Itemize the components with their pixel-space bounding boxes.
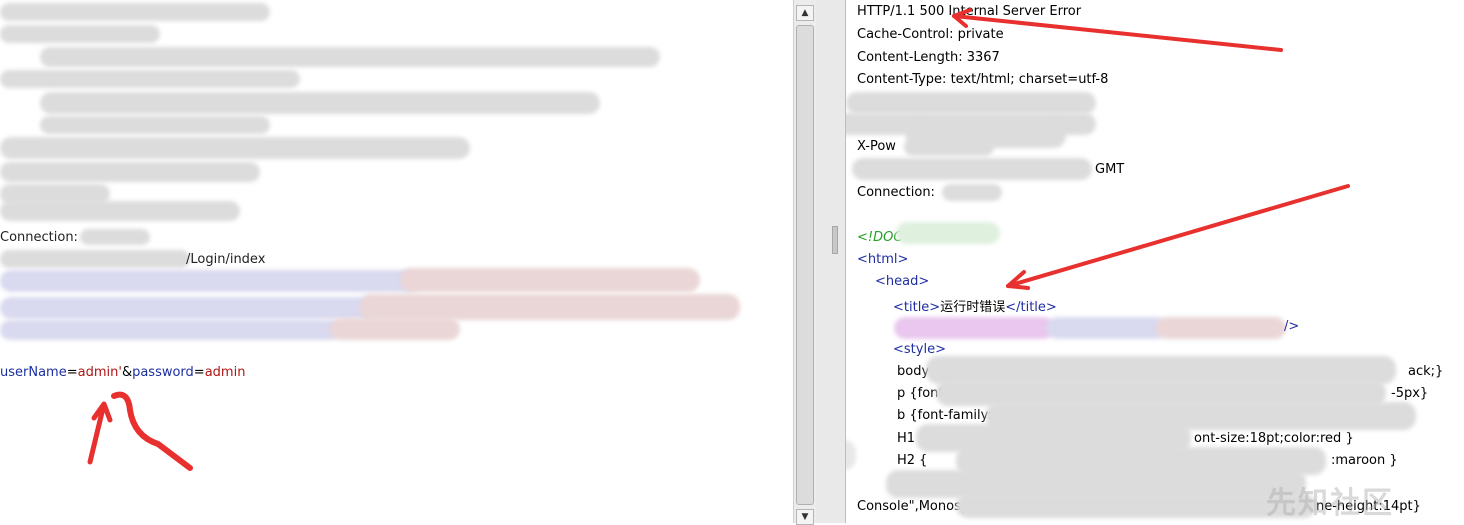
- redacted-referer-prefix: [0, 250, 190, 268]
- redacted-date-header: [852, 158, 1092, 180]
- header-content-type: Content-Type: text/html; charset=utf-8: [857, 72, 1109, 87]
- meta-close: />: [1284, 319, 1300, 334]
- redacted-meta-value: [1156, 317, 1286, 339]
- redacted-css-7: [956, 494, 1316, 518]
- css-h2-tail: :maroon }: [1331, 453, 1398, 468]
- param-equals: =: [66, 365, 78, 380]
- watermark-text: 先知社区: [1266, 486, 1394, 521]
- post-body[interactable]: userName=admin'&password=admin: [0, 365, 245, 380]
- param-password-value: admin: [204, 365, 246, 380]
- css-h2-rule: H2 {: [897, 453, 928, 468]
- param-username-value: admin': [77, 365, 122, 380]
- html-open-tag: <html>: [857, 252, 909, 267]
- splitter-grip-icon[interactable]: [832, 226, 838, 254]
- scroll-up-arrow-icon[interactable]: ▲: [796, 5, 814, 21]
- redacted-meta-attr: [1046, 317, 1166, 339]
- redacted-cookie-value-3: [330, 318, 460, 340]
- request-panel[interactable]: Connection: /Login/index userName=admin'…: [0, 0, 792, 523]
- redacted-cookie-name-3: [0, 320, 340, 340]
- redacted-gutter: [846, 440, 856, 470]
- redacted-accept-language: [40, 92, 600, 114]
- redacted-connection-value: [942, 184, 1002, 201]
- annotation-arrow-title: [1006, 184, 1350, 290]
- param-username-key: userName: [0, 365, 67, 380]
- referer-path: /Login/index: [186, 252, 266, 267]
- response-panel[interactable]: HTTP/1.1 500 Internal Server Error Cache…: [846, 0, 1464, 523]
- redacted-server-header: [846, 92, 1096, 114]
- header-date-gmt: GMT: [1095, 162, 1125, 177]
- header-x-powered-by: X-Pow: [857, 139, 896, 154]
- title-open-tag: <title>: [893, 300, 941, 315]
- connection-header-label: Connection:: [0, 230, 78, 245]
- redacted-accept-encoding: [40, 116, 270, 134]
- head-open-tag: <head>: [875, 274, 930, 289]
- title-text: 运行时错误: [940, 300, 1006, 315]
- request-scroll-thumb[interactable]: [796, 25, 814, 505]
- redacted-request-line: [0, 3, 270, 21]
- redacted-cookie-name-2: [0, 297, 380, 319]
- redacted-content-type: [0, 137, 470, 159]
- header-connection: Connection:: [857, 185, 935, 200]
- css-p-tail: -5px}: [1391, 386, 1429, 401]
- css-h1-tail: ont-size:18pt;color:red }: [1194, 431, 1354, 446]
- redacted-content-length: [0, 162, 260, 182]
- annotation-arrow-status: [952, 8, 1283, 52]
- title-close-tag: </title>: [1005, 300, 1057, 315]
- redacted-cookie-name: [0, 270, 420, 292]
- style-open-tag: <style>: [893, 342, 946, 357]
- redacted-host-header: [0, 25, 160, 43]
- css-body-tail: ack;}: [1408, 364, 1444, 379]
- css-font-rule: Console",Monosp: [857, 499, 970, 514]
- redacted-connection-value: [80, 229, 150, 245]
- param-equals-2: =: [193, 365, 205, 380]
- pane-splitter[interactable]: [816, 0, 846, 523]
- redacted-doctype: [896, 222, 1000, 244]
- redacted-user-agent: [40, 47, 660, 67]
- annotation-arrow-left: [87, 391, 193, 471]
- redacted-accept-header: [0, 70, 300, 88]
- redacted-x-powered-value: [904, 138, 994, 156]
- param-password-key: password: [132, 365, 194, 380]
- redacted-meta-tag: [894, 317, 1054, 339]
- redacted-cookie-value-2: [360, 294, 740, 320]
- redacted-cookie-value: [400, 268, 700, 292]
- redacted-dnt: [0, 201, 240, 221]
- param-ampersand: &: [121, 365, 133, 380]
